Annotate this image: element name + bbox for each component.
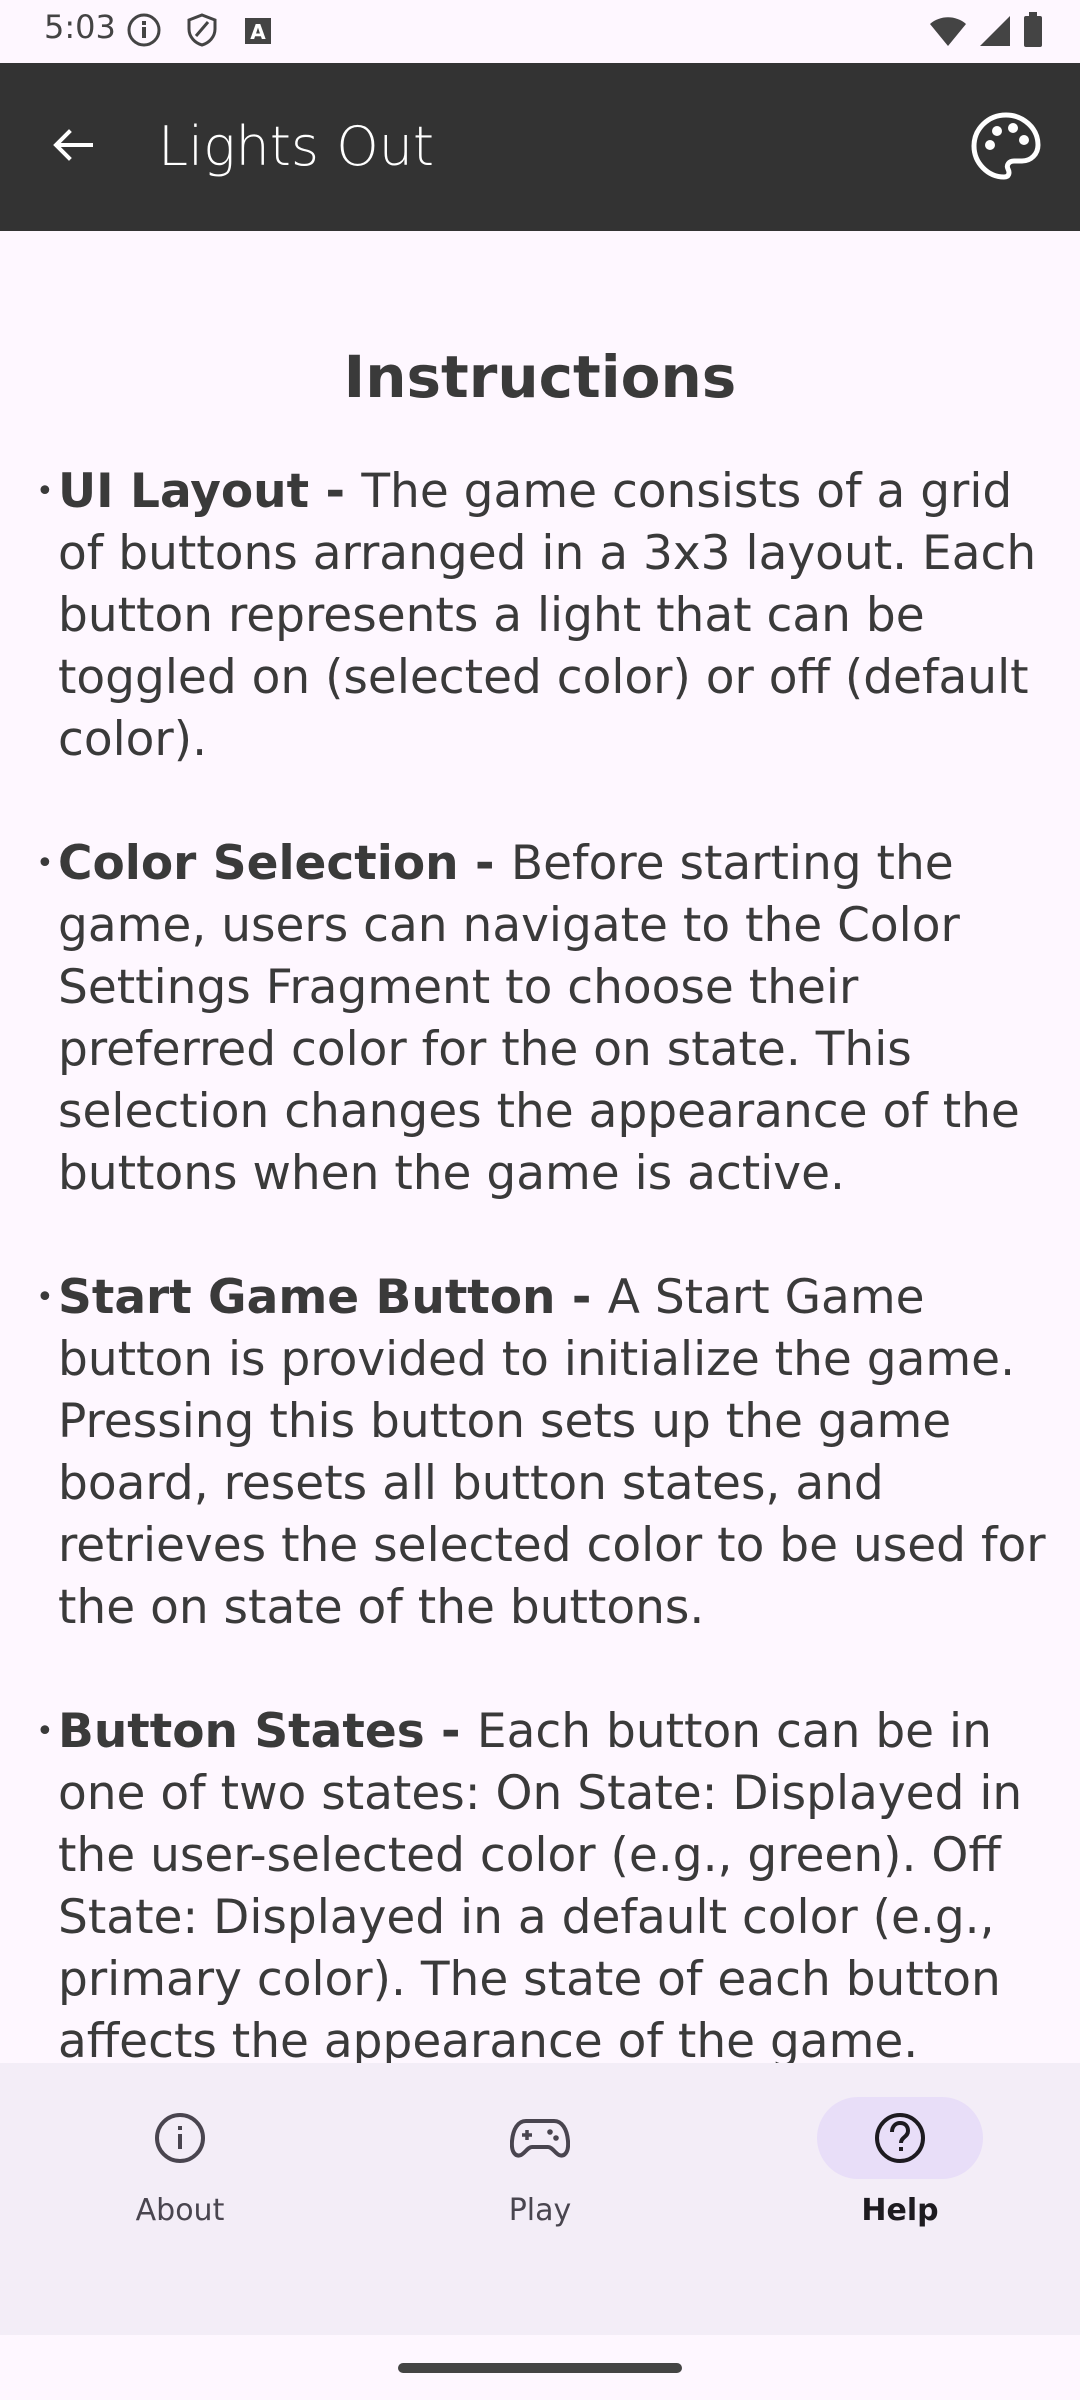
wifi-icon <box>930 17 966 46</box>
instruction-item-ui-layout: • UI Layout - The game consists of a gri… <box>36 461 1046 771</box>
font-a-status-icon: A <box>245 18 271 44</box>
bullet: • <box>36 846 54 881</box>
signal-icon <box>980 16 1010 46</box>
info-icon <box>155 2113 205 2163</box>
svg-text:A: A <box>250 20 266 44</box>
bullet: • <box>36 474 54 509</box>
instructions-list: • UI Layout - The game consists of a gri… <box>36 461 1046 2063</box>
nav-item-help[interactable]: Help <box>750 2097 1050 2228</box>
instruction-label: UI Layout - <box>58 464 362 519</box>
palette-icon <box>971 112 1041 180</box>
app-bar: Lights Out <box>0 63 1080 231</box>
arrow-back-icon <box>53 129 93 161</box>
shield-status-icon <box>187 13 217 47</box>
instruction-label: Button States - <box>58 1704 477 1759</box>
help-icon <box>875 2113 925 2163</box>
info-status-icon <box>127 13 161 47</box>
color-settings-button[interactable] <box>968 109 1044 185</box>
status-bar: 5:03 A <box>0 0 1080 63</box>
nav-icon-container <box>457 2097 623 2179</box>
gamepad-icon <box>510 2119 570 2158</box>
battery-icon <box>1024 12 1042 47</box>
home-gesture-handle[interactable] <box>398 2363 682 2373</box>
instruction-label: Color Selection - <box>58 836 511 891</box>
instructions-heading: Instructions <box>343 343 737 411</box>
status-icons-right <box>928 12 1044 48</box>
nav-active-indicator <box>817 2097 983 2179</box>
nav-label-help: Help <box>861 2193 939 2228</box>
instruction-label: Start Game Button - <box>58 1270 608 1325</box>
nav-label-about: About <box>135 2193 225 2228</box>
bullet: • <box>36 1280 54 1315</box>
status-icons-left: A <box>126 12 274 48</box>
app-title: Lights Out <box>158 115 435 178</box>
status-time: 5:03 <box>44 8 116 46</box>
nav-label-play: Play <box>508 2193 572 2228</box>
instruction-item-start-game-button: • Start Game Button - A Start Game butto… <box>36 1267 1046 1639</box>
nav-icon-container <box>97 2097 263 2179</box>
instruction-item-color-selection: • Color Selection - Before starting the … <box>36 833 1046 1205</box>
nav-item-play[interactable]: Play <box>390 2097 690 2228</box>
nav-item-about[interactable]: About <box>30 2097 330 2228</box>
back-button[interactable] <box>40 113 104 177</box>
bullet: • <box>36 1714 54 1749</box>
instruction-item-button-states: • Button States - Each button can be in … <box>36 1701 1046 2063</box>
bottom-navigation: About Play Help <box>0 2063 1080 2335</box>
instructions-content[interactable]: Instructions • UI Layout - The game cons… <box>0 231 1080 2063</box>
gesture-area <box>0 2335 1080 2400</box>
